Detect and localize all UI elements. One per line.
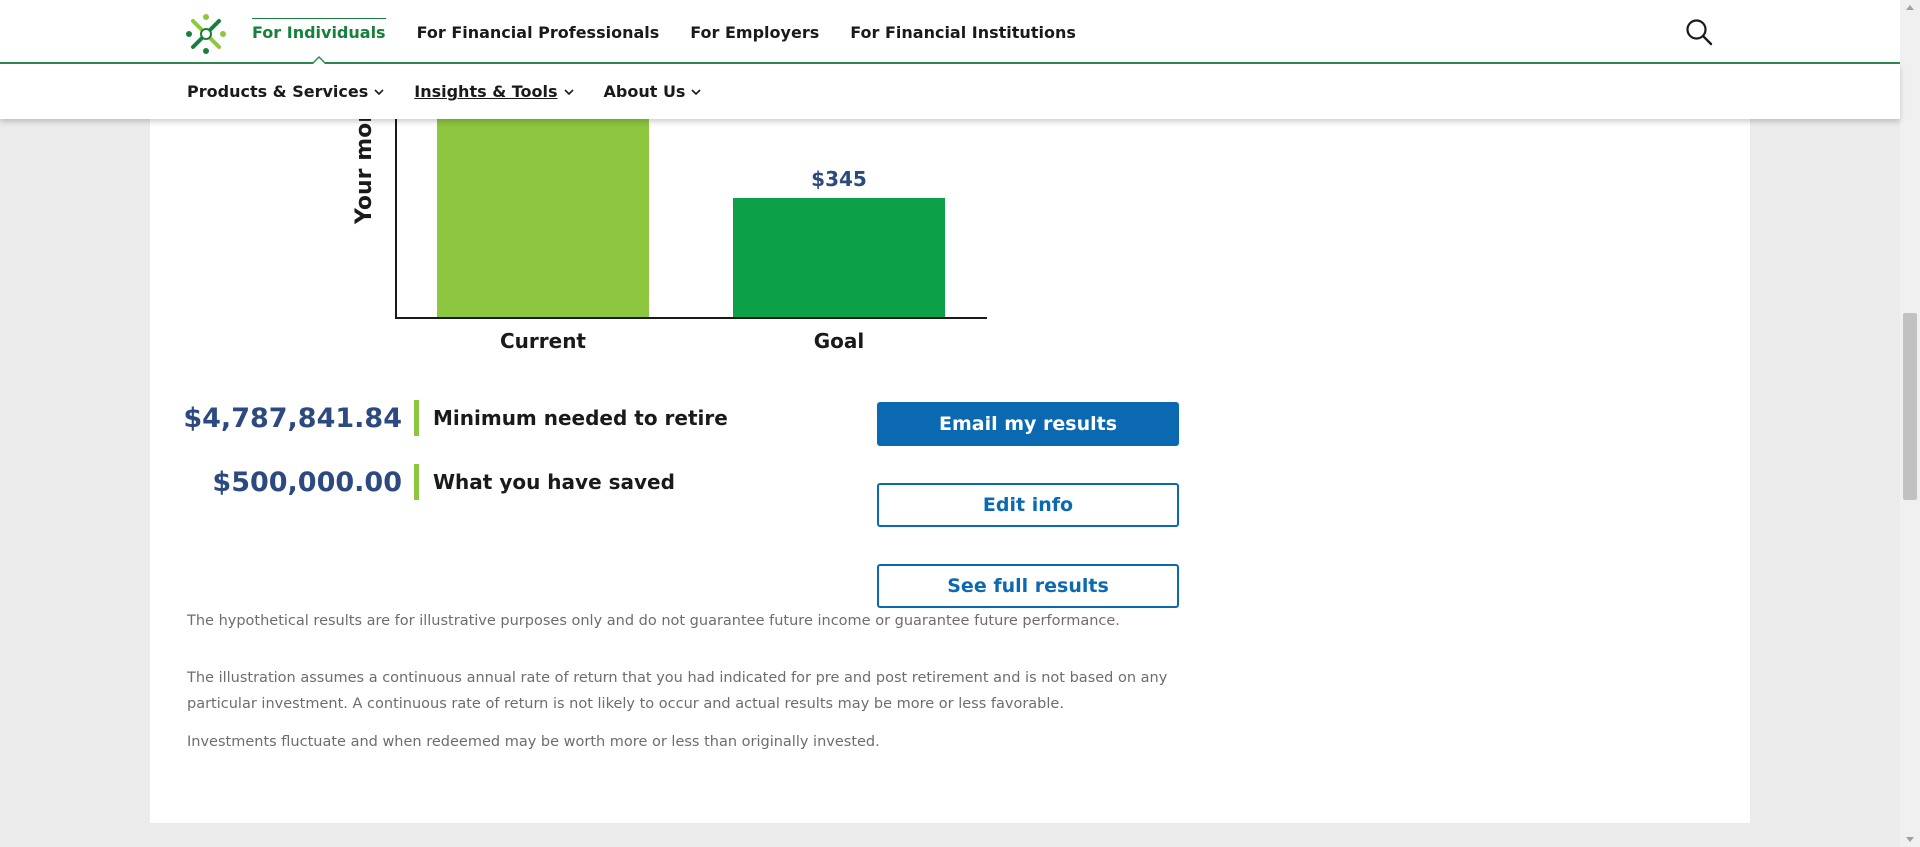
subnav-insights-tools[interactable]: Insights & Tools [414,64,574,119]
x-tick-goal: Goal [813,329,865,353]
scrollbar-thumb[interactable] [1903,313,1917,500]
stat-label: What you have saved [433,470,675,494]
subnav-label: Products & Services [187,82,369,101]
nav-label: For Employers [690,23,820,42]
email-results-button[interactable]: Email my results [877,402,1179,446]
scroll-down-arrow-icon[interactable] [1906,837,1914,842]
chart-x-axis-line [395,317,987,319]
nav-label: For Individuals [252,23,386,42]
stat-amount: $500,000.00 [212,466,402,498]
disclaimer-rate-of-return: The illustration assumes a continuous an… [187,670,1168,712]
subnav-label: Insights & Tools [414,82,558,101]
chevron-down-icon [691,88,702,95]
subnav-about-us[interactable]: About Us [604,64,702,119]
edit-info-button[interactable]: Edit info [877,483,1179,527]
section-nav: Products & Services Insights & Tools Abo… [187,64,731,119]
results-card: Your montl $345 Current Goal $4,787,841.… [150,0,1750,823]
top-navigation-bar: For Individuals For Financial Profession… [0,0,1900,64]
disclaimer-investments: Investments fluctuate and when redeemed … [187,734,880,750]
subnav-products-services[interactable]: Products & Services [187,64,384,119]
chevron-down-icon [563,88,574,95]
subnav-label: About Us [603,82,686,101]
secondary-navigation-bar: Products & Services Insights & Tools Abo… [0,64,1900,119]
stat-divider [414,464,419,500]
nav-for-individuals[interactable]: For Individuals [252,0,386,64]
stat-label: Minimum needed to retire [433,406,728,430]
brand-logo-icon[interactable] [185,13,227,55]
nav-label: For Financial Professionals [416,23,660,42]
bar-goal-data-label: $345 [811,167,867,191]
nav-for-employers[interactable]: For Employers [690,0,819,62]
chart-y-axis-line [395,100,397,319]
stat-divider [414,400,419,436]
nav-for-financial-professionals[interactable]: For Financial Professionals [417,0,660,62]
scroll-up-arrow-icon[interactable] [1906,5,1914,10]
bar-current [437,100,649,317]
stat-saved: $500,000.00 What you have saved [178,464,675,500]
nav-for-financial-institutions[interactable]: For Financial Institutions [850,0,1076,62]
x-tick-current: Current [499,329,586,353]
see-full-results-button[interactable]: See full results [877,564,1179,608]
audience-nav: For Individuals For Financial Profession… [252,0,1107,64]
bar-goal [733,198,945,317]
page-scrollbar[interactable] [1900,0,1920,847]
stat-amount: $4,787,841.84 [183,402,402,434]
stat-minimum-needed: $4,787,841.84 Minimum needed to retire [178,400,728,436]
disclaimer-hypothetical: The hypothetical results are for illustr… [187,613,1120,629]
chevron-down-icon [374,88,384,95]
nav-label: For Financial Institutions [850,23,1076,42]
search-icon[interactable] [1685,18,1713,46]
